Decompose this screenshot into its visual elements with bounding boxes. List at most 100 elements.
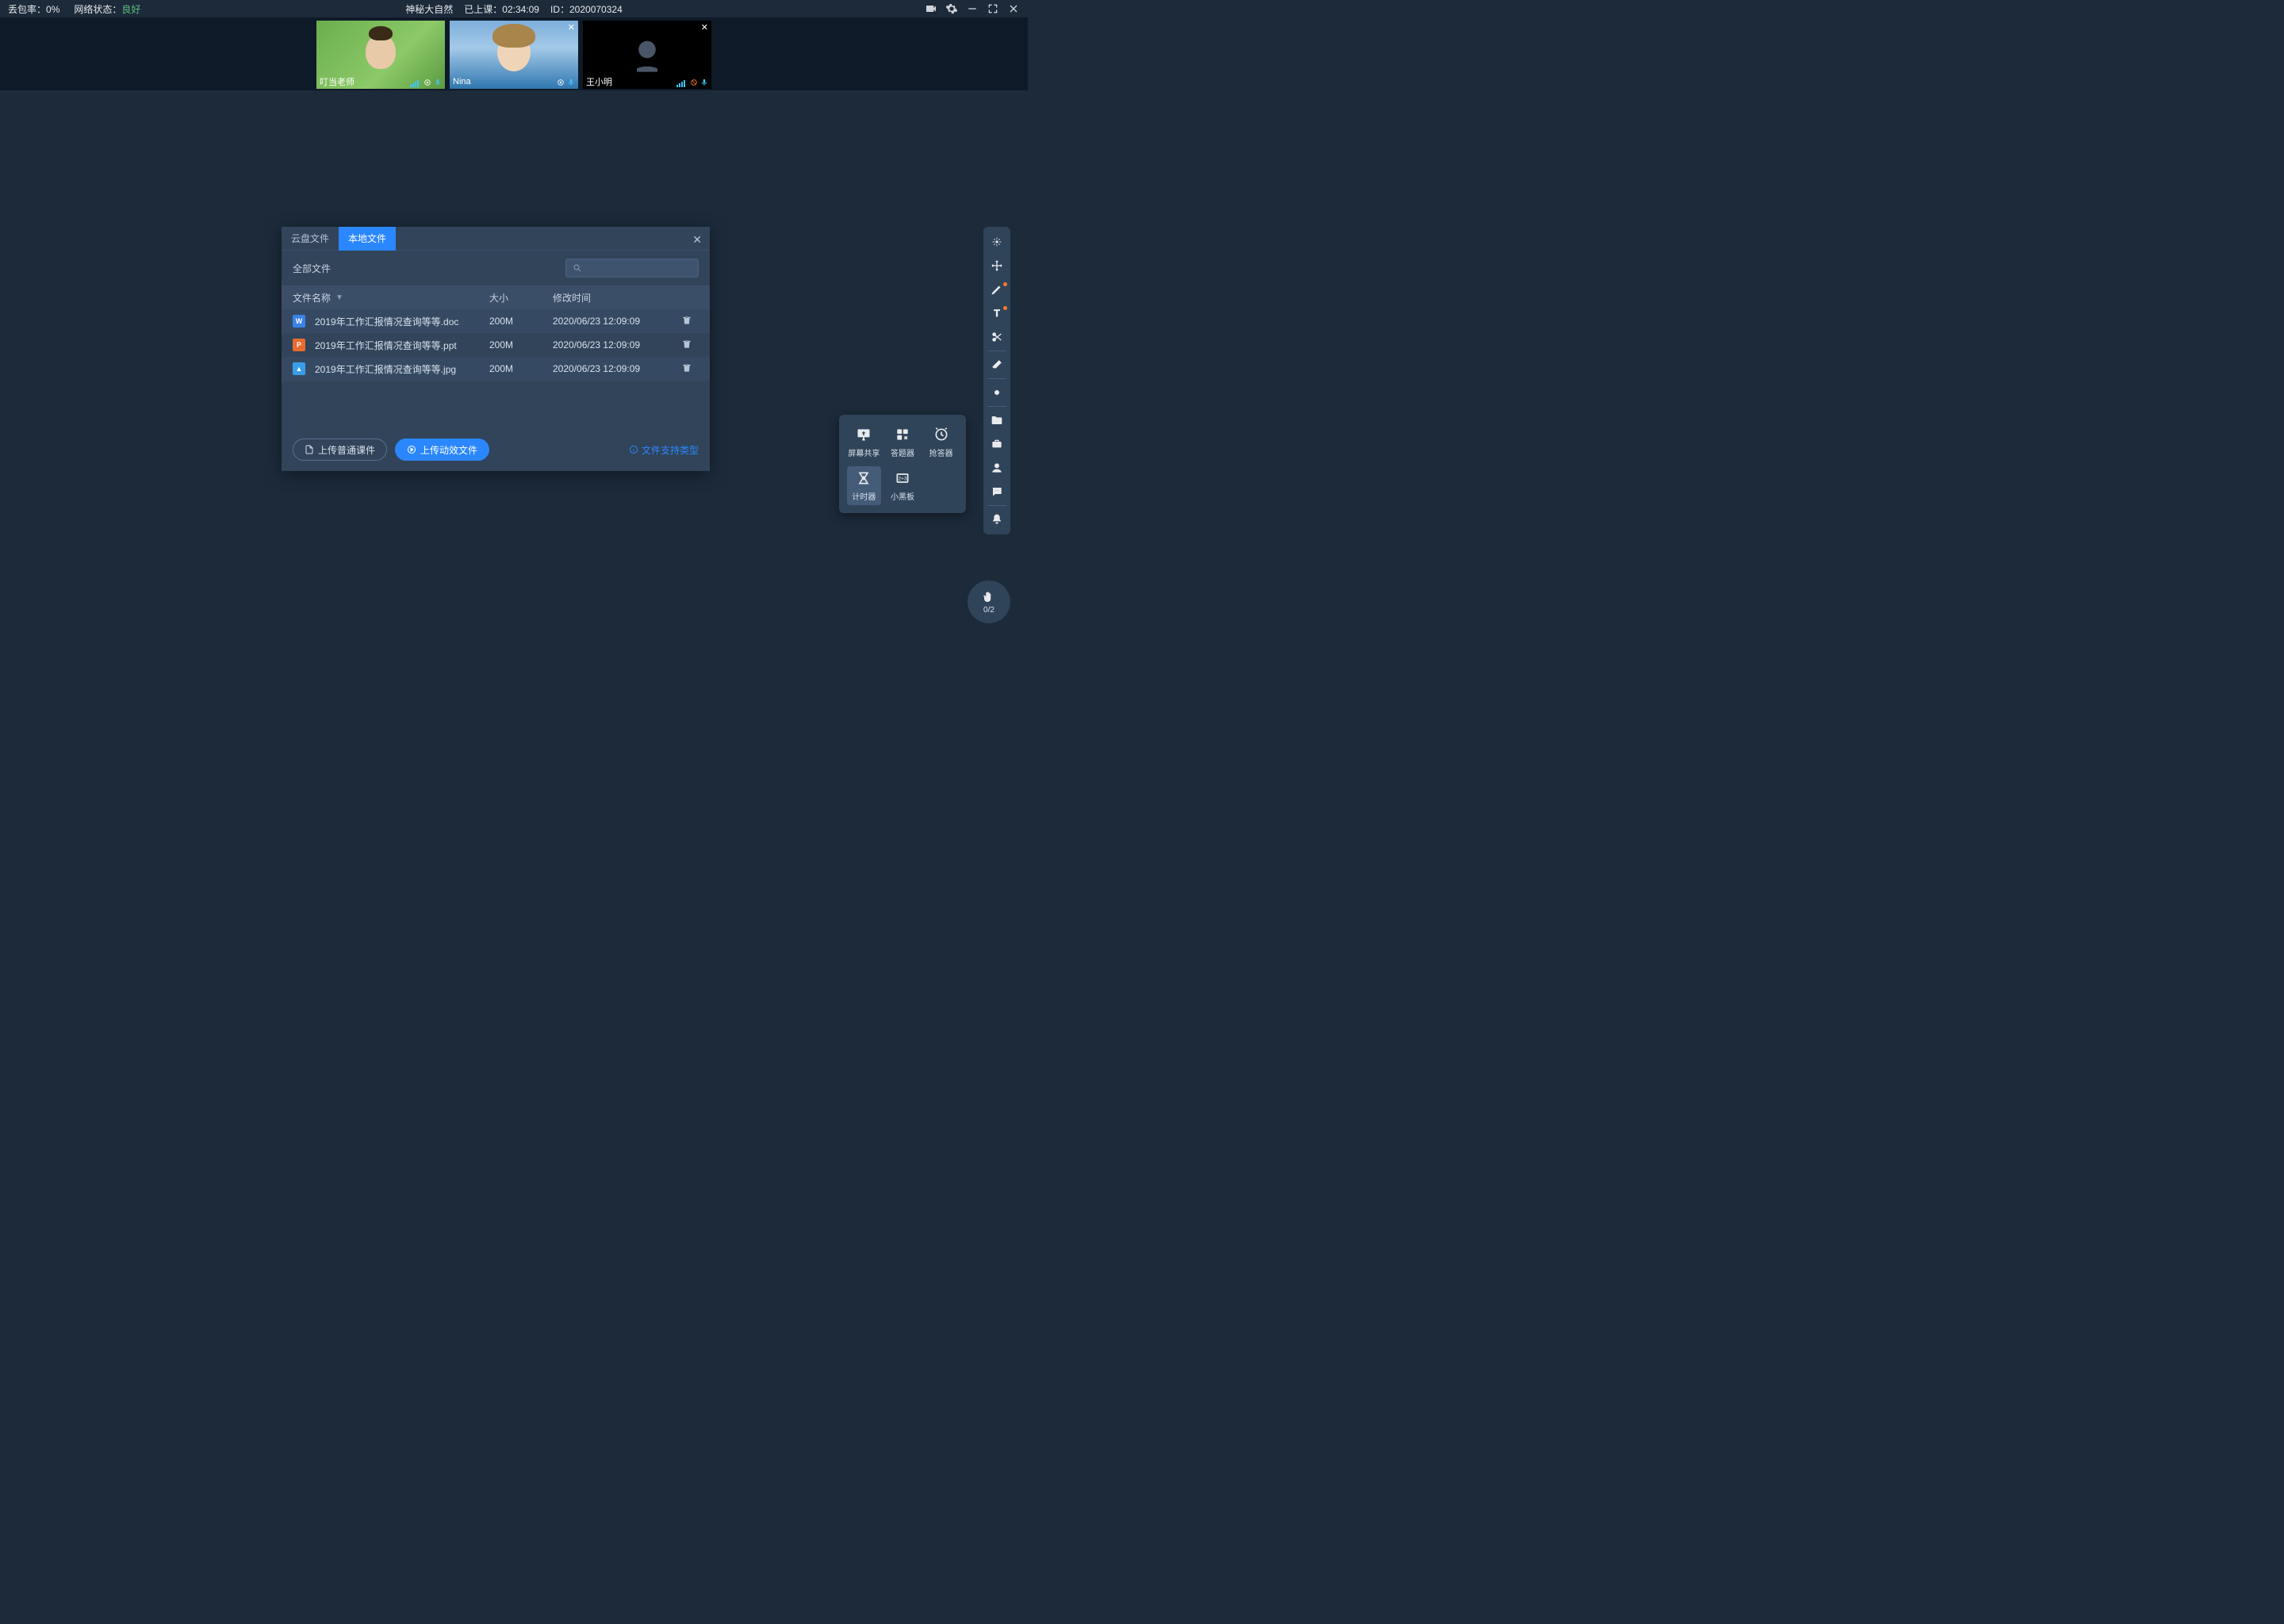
camera-off-icon	[627, 34, 668, 75]
tool-timer[interactable]: 计时器	[847, 466, 881, 505]
close-dialog-icon[interactable]: ✕	[692, 233, 702, 247]
delete-file-button[interactable]	[675, 315, 699, 328]
sort-desc-icon[interactable]: ▼	[335, 293, 343, 302]
file-type-icon: W	[293, 315, 305, 327]
timer-icon	[853, 469, 875, 487]
file-row[interactable]: ▲ 2019年工作汇报情况查询等等.jpg 200M 2020/06/23 12…	[282, 357, 710, 381]
blackboard-icon: 2+3	[891, 469, 914, 487]
eraser-icon[interactable]	[983, 353, 1010, 377]
tab-local-files[interactable]: 本地文件	[339, 227, 396, 251]
close-video-icon[interactable]: ✕	[701, 22, 708, 33]
participant-name: 叮当老师	[320, 75, 354, 88]
col-size-label[interactable]: 大小	[489, 291, 553, 304]
toolbar-separator	[987, 378, 1006, 379]
scissors-icon[interactable]	[983, 325, 1010, 349]
toolbar-separator	[987, 350, 1006, 351]
signal-bars-icon	[410, 80, 419, 87]
tool-label: 小黑板	[891, 490, 914, 502]
file-time: 2020/06/23 12:09:09	[553, 316, 675, 327]
tool-label: 答题器	[891, 446, 914, 458]
tool-label: 抢答器	[929, 446, 953, 458]
file-type-icon: ▲	[293, 362, 305, 375]
participant-name: 王小明	[586, 75, 612, 88]
delete-file-button[interactable]	[675, 362, 699, 376]
file-row[interactable]: P 2019年工作汇报情况查询等等.ppt 200M 2020/06/23 12…	[282, 333, 710, 357]
pen-icon[interactable]	[983, 278, 1010, 301]
network-value: 良好	[121, 4, 140, 15]
file-size: 200M	[489, 363, 553, 374]
col-time-label[interactable]: 修改时间	[553, 291, 675, 304]
raise-hand-button[interactable]: 0/2	[968, 580, 1010, 623]
toolbar-separator	[987, 406, 1006, 407]
toolbox-icon[interactable]	[983, 432, 1010, 456]
camera-muted-icon	[690, 78, 698, 87]
signal-bars-icon	[676, 80, 685, 87]
file-support-link[interactable]: 文件支持类型	[629, 443, 699, 457]
bell-icon[interactable]	[983, 508, 1010, 531]
tab-cloud-files[interactable]: 云盘文件	[282, 227, 339, 251]
tool-answer[interactable]: 答题器	[886, 423, 920, 462]
camera-icon	[423, 78, 431, 87]
file-time: 2020/06/23 12:09:09	[553, 363, 675, 374]
shape-circle-icon[interactable]	[983, 381, 1010, 404]
upload-animated-button[interactable]: 上传动效文件	[395, 439, 489, 461]
all-files-label: 全部文件	[293, 262, 331, 275]
packet-loss-label: 丢包率：	[8, 4, 46, 15]
video-tile-student[interactable]: ✕ 王小明	[583, 21, 711, 89]
video-tile-teacher[interactable]: 叮当老师	[316, 21, 445, 89]
settings-icon[interactable]	[945, 2, 958, 15]
file-size: 200M	[489, 339, 553, 350]
id-label: ID：	[550, 4, 569, 15]
play-circle-icon	[407, 445, 416, 454]
file-type-icon: P	[293, 339, 305, 351]
elapsed-value: 02:34:09	[502, 4, 539, 15]
file-name: 2019年工作汇报情况查询等等.doc	[315, 315, 458, 328]
file-table-header: 文件名称 ▼ 大小 修改时间	[282, 285, 710, 309]
hand-icon	[982, 590, 996, 604]
user-icon[interactable]	[983, 456, 1010, 480]
search-input[interactable]	[565, 259, 699, 278]
lesson-title: 神秘大自然	[405, 2, 453, 16]
answer-icon	[891, 426, 914, 443]
svg-text:T: T	[994, 308, 1000, 319]
file-size: 200M	[489, 316, 553, 327]
tool-screen-share[interactable]: 屏幕共享	[847, 423, 881, 462]
top-status-bar: 丢包率：0% 网络状态：良好 神秘大自然 已上课：02:34:09 ID：202…	[0, 0, 1028, 17]
search-icon	[573, 263, 582, 273]
camera-toggle-icon[interactable]	[925, 2, 937, 15]
chat-icon[interactable]	[983, 480, 1010, 504]
svg-text:2+3: 2+3	[898, 477, 907, 482]
file-name: 2019年工作汇报情况查询等等.jpg	[315, 362, 456, 376]
indicator-dot	[1003, 306, 1007, 310]
file-dialog: 云盘文件 本地文件 ✕ 全部文件 文件名称 ▼ 大小 修改时间 W 2019年工…	[282, 227, 710, 471]
move-icon[interactable]	[983, 254, 1010, 278]
toolbar-separator	[987, 505, 1006, 506]
text-icon[interactable]: T	[983, 301, 1010, 325]
tool-blackboard[interactable]: 2+3 小黑板	[886, 466, 920, 505]
participant-name: Nina	[453, 77, 471, 86]
tool-label: 屏幕共享	[848, 446, 879, 458]
mic-icon	[434, 78, 442, 87]
delete-file-button[interactable]	[675, 339, 699, 352]
folder-icon[interactable]	[983, 408, 1010, 432]
laser-pointer-icon[interactable]	[983, 230, 1010, 254]
close-window-icon[interactable]	[1007, 2, 1020, 15]
video-tile-student[interactable]: ✕ Nina	[450, 21, 578, 89]
mic-icon	[567, 78, 575, 87]
col-name-label[interactable]: 文件名称	[293, 291, 331, 304]
close-video-icon[interactable]: ✕	[568, 22, 575, 33]
info-icon	[629, 445, 638, 454]
file-row[interactable]: W 2019年工作汇报情况查询等等.doc 200M 2020/06/23 12…	[282, 309, 710, 333]
elapsed-label: 已上课：	[464, 4, 502, 15]
mic-icon	[700, 78, 708, 87]
camera-icon	[557, 78, 565, 87]
upload-normal-button[interactable]: 上传普通课件	[293, 439, 387, 461]
fullscreen-icon[interactable]	[987, 2, 999, 15]
buzzer-icon	[930, 426, 952, 443]
tool-buzzer[interactable]: 抢答器	[924, 423, 958, 462]
minimize-icon[interactable]	[966, 2, 979, 15]
file-name: 2019年工作汇报情况查询等等.ppt	[315, 339, 457, 352]
packet-loss-value: 0%	[46, 4, 59, 15]
network-label: 网络状态：	[74, 4, 121, 15]
indicator-dot	[1003, 282, 1007, 286]
